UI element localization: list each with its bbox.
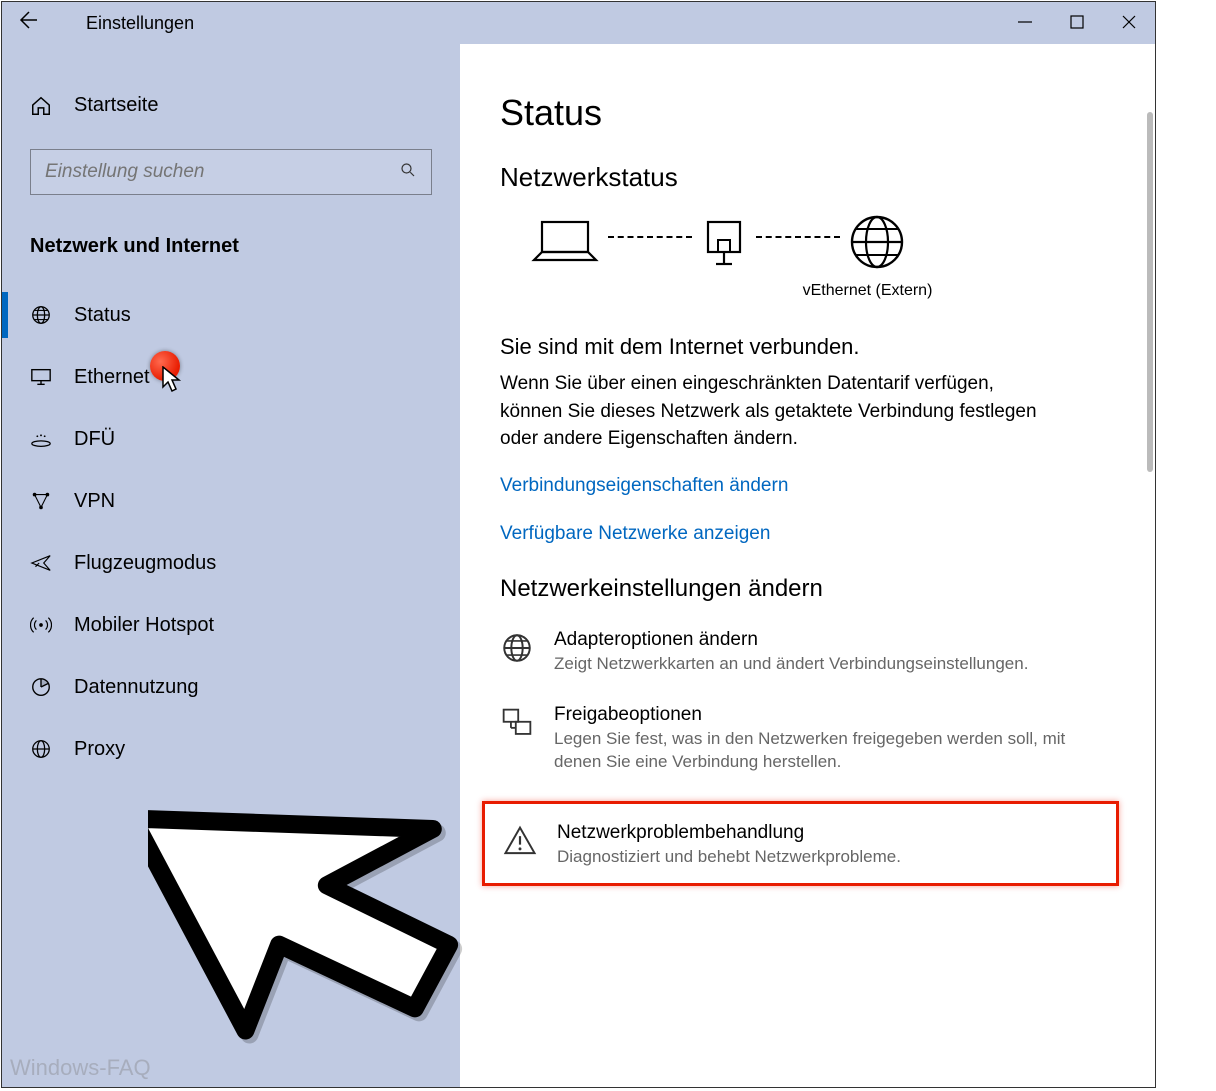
sidebar-item-label: VPN	[74, 490, 115, 513]
sidebar-item-vpn[interactable]: VPN	[2, 470, 460, 532]
minimize-button[interactable]	[999, 13, 1051, 34]
section-network-status-title: Netzwerkstatus	[500, 162, 1115, 193]
maximize-button[interactable]	[1051, 13, 1103, 34]
sidebar-item-label: Flugzeugmodus	[74, 552, 216, 575]
setting-row-troubleshoot[interactable]: Netzwerkproblembehandlung Diagnostiziert…	[482, 801, 1119, 886]
back-button[interactable]	[2, 10, 52, 36]
close-button[interactable]	[1103, 13, 1155, 34]
sidebar-item-label: Proxy	[74, 738, 125, 761]
globe-icon	[30, 738, 74, 760]
connection-status-body: Wenn Sie über einen eingeschränkten Date…	[500, 370, 1060, 453]
cursor-icon	[162, 366, 184, 394]
adapter-globe-icon	[500, 629, 554, 676]
sidebar-item-ethernet[interactable]: Ethernet	[2, 346, 460, 408]
scrollbar-thumb[interactable]	[1147, 112, 1153, 472]
data-usage-icon	[30, 676, 74, 698]
sidebar-item-label: Mobiler Hotspot	[74, 614, 214, 637]
setting-row-sharing-options[interactable]: Freigabeoptionen Legen Sie fest, was in …	[500, 704, 1115, 774]
setting-row-title: Netzwerkproblembehandlung	[557, 822, 901, 844]
setting-row-title: Freigabeoptionen	[554, 704, 1115, 726]
sidebar-item-status[interactable]: Status	[2, 284, 460, 346]
laptop-icon	[530, 216, 600, 273]
connection-status-title: Sie sind mit dem Internet verbunden.	[500, 334, 1115, 360]
sidebar-item-label: Datennutzung	[74, 676, 199, 699]
home-icon	[30, 95, 74, 117]
setting-row-desc: Legen Sie fest, was in den Netzwerken fr…	[554, 728, 1115, 774]
airplane-icon	[30, 552, 74, 574]
setting-row-title: Adapteroptionen ändern	[554, 629, 1028, 651]
internet-globe-icon	[848, 213, 906, 276]
sidebar-item-airplane[interactable]: Flugzeugmodus	[2, 532, 460, 594]
link-available-networks[interactable]: Verfügbare Netzwerke anzeigen	[500, 523, 1115, 545]
titlebar: Einstellungen	[2, 2, 1155, 44]
sidebar-item-label: Status	[74, 304, 131, 327]
annotation-arrow-icon	[148, 720, 508, 1050]
search-box[interactable]	[30, 149, 432, 195]
setting-row-adapter-options[interactable]: Adapteroptionen ändern Zeigt Netzwerkkar…	[500, 629, 1115, 676]
search-icon	[399, 161, 417, 184]
network-diagram-label: vEthernet (Extern)	[620, 282, 1115, 300]
sidebar-item-hotspot[interactable]: Mobiler Hotspot	[2, 594, 460, 656]
dialup-icon	[30, 430, 74, 448]
main-content: Status Netzwerkstatus vEthernet (Extern)…	[460, 44, 1155, 1087]
sidebar-item-dfu[interactable]: DFÜ	[2, 408, 460, 470]
setting-row-desc: Zeigt Netzwerkkarten an und ändert Verbi…	[554, 653, 1028, 676]
sidebar-item-label: Ethernet	[74, 366, 150, 389]
sidebar-home[interactable]: Startseite	[2, 84, 460, 127]
connection-line-icon	[608, 236, 692, 238]
connection-line-icon	[756, 236, 840, 238]
globe-grid-icon	[30, 304, 74, 326]
sharing-icon	[500, 704, 554, 774]
setting-row-desc: Diagnostiziert und behebt Netzwerkproble…	[557, 846, 901, 869]
warning-triangle-icon	[503, 822, 557, 869]
window-title: Einstellungen	[52, 13, 999, 34]
ethernet-adapter-icon	[700, 216, 748, 273]
link-connection-properties[interactable]: Verbindungseigenschaften ändern	[500, 475, 1115, 497]
section-change-settings-title: Netzwerkeinstellungen ändern	[500, 575, 1115, 603]
vpn-icon	[30, 490, 74, 512]
network-diagram	[530, 213, 1115, 276]
sidebar-item-label: DFÜ	[74, 428, 115, 451]
monitor-icon	[30, 366, 74, 388]
sidebar-section-title: Netzwerk und Internet	[2, 223, 460, 284]
search-input[interactable]	[45, 161, 399, 183]
sidebar-home-label: Startseite	[74, 94, 158, 117]
page-title: Status	[500, 92, 1115, 134]
hotspot-icon	[30, 614, 74, 636]
watermark-text: Windows-FAQ	[10, 1055, 151, 1081]
sidebar-item-data[interactable]: Datennutzung	[2, 656, 460, 718]
